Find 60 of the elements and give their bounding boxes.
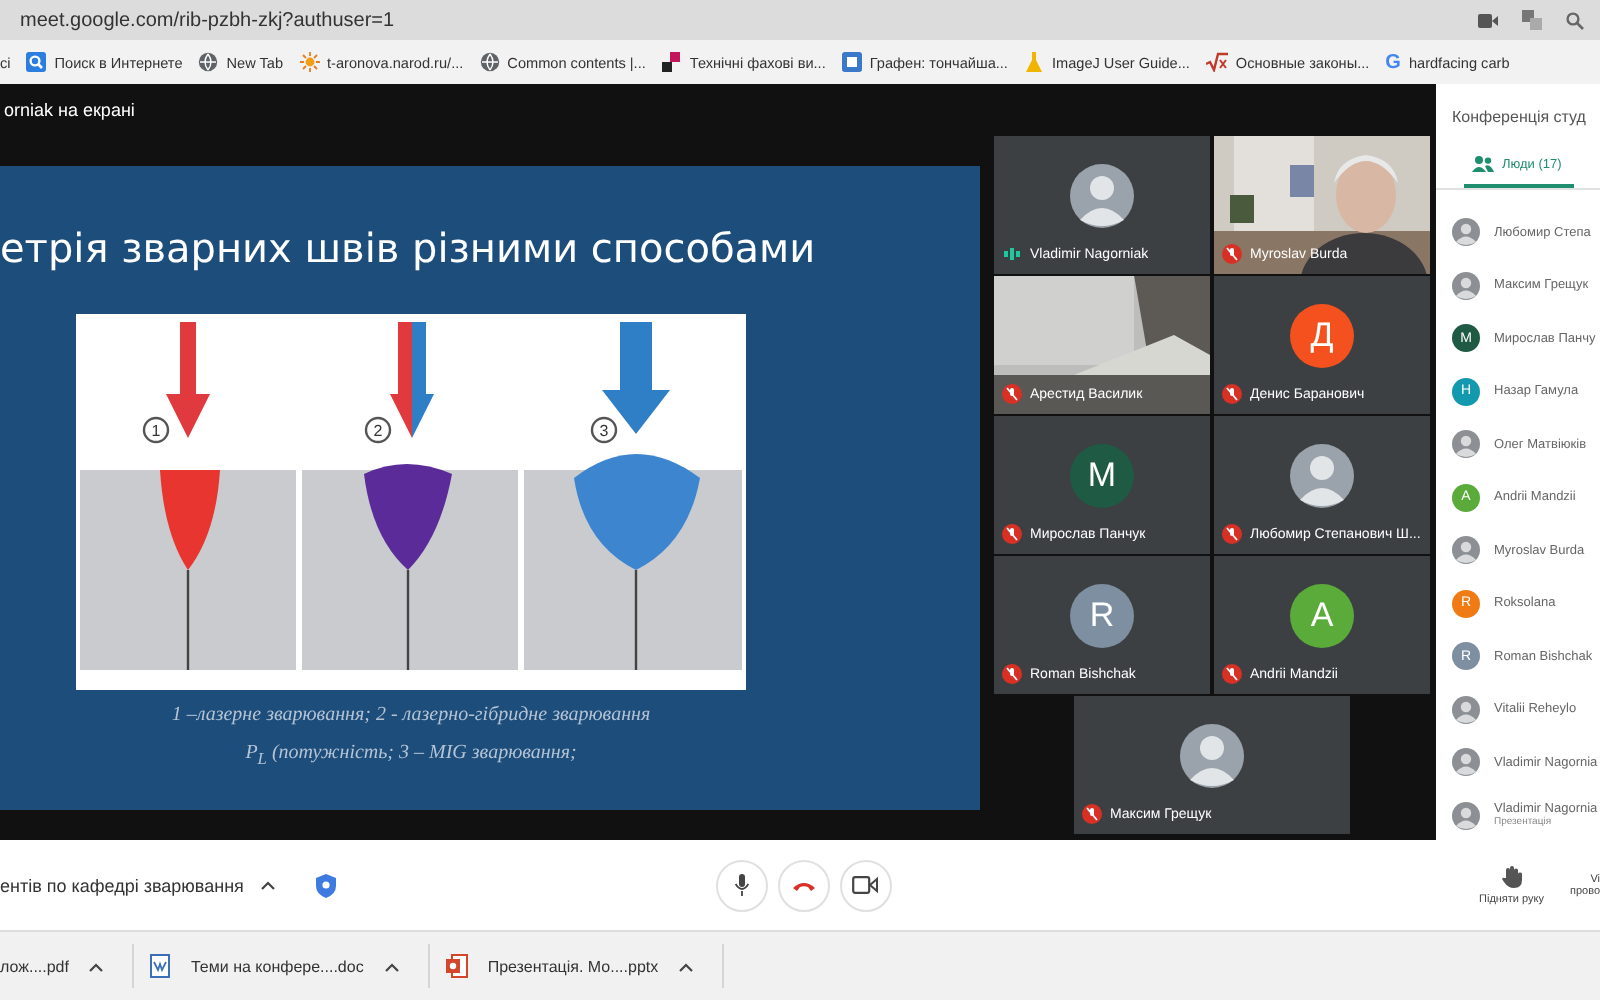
root-icon [1205, 52, 1228, 72]
caret-icon[interactable] [259, 880, 276, 890]
slides-file-icon [445, 954, 468, 978]
camera-button[interactable] [839, 859, 892, 911]
slide-title: етрія зварних швів різними способами [0, 222, 818, 274]
camera-icon[interactable] [1478, 13, 1498, 27]
avatar-letter: M [1070, 443, 1134, 507]
meeting-title: ентів по кафедрі зварювання [0, 875, 244, 895]
weld-shape [364, 464, 452, 570]
search-icon [26, 52, 47, 72]
sun-icon [299, 52, 320, 72]
logo-letter: G [1385, 51, 1401, 73]
avatar-icon [1452, 695, 1480, 724]
caret-icon[interactable] [88, 961, 105, 971]
document-icon [150, 954, 171, 978]
zoom-icon[interactable] [1566, 11, 1584, 29]
caret-icon[interactable] [678, 961, 695, 971]
down-arrow [166, 322, 210, 438]
download-file-name[interactable]: лож....pdf [0, 957, 69, 975]
avatar-icon [1452, 801, 1480, 830]
frame-icon [841, 52, 862, 72]
step-number: 2 [364, 416, 392, 444]
panel-title: Конференція студ [1450, 106, 1588, 126]
hand-icon [1501, 865, 1522, 887]
avatar-icon [1452, 748, 1480, 777]
presenting-label: orniak на екрані [4, 100, 135, 120]
avatar-icon [1070, 163, 1134, 227]
hang-up-button[interactable] [777, 859, 830, 911]
avatar-icon [1452, 218, 1480, 247]
avatar-icon [1452, 430, 1480, 459]
microphone-icon [733, 874, 750, 896]
shield-icon[interactable] [315, 873, 336, 897]
caret-icon[interactable] [383, 961, 400, 971]
weld-shape [574, 454, 700, 570]
weld-shape [160, 470, 220, 570]
phone-icon [791, 879, 816, 891]
step-number: 1 [142, 416, 170, 444]
slide-caption: 1 –лазерне зварювання; 2 - лазерно-гібридне зварювання [169, 702, 653, 728]
globe-icon [479, 52, 500, 72]
flask-icon [1023, 52, 1044, 72]
people-icon [1472, 156, 1494, 172]
avatar-icon [1452, 271, 1480, 300]
download-file-name[interactable]: Презентація. Мо....pptx [487, 957, 659, 975]
down-arrow [390, 322, 434, 438]
avatar-icon [1452, 536, 1480, 565]
camera-icon [852, 876, 879, 894]
avatar-icon [1290, 443, 1354, 507]
translate-icon[interactable] [1522, 10, 1542, 30]
avatar-letter: A [1290, 583, 1354, 647]
avatar-letter: Д [1290, 303, 1354, 367]
avatar-letter: R [1070, 583, 1134, 647]
step-number: 3 [590, 416, 618, 444]
down-arrow [602, 322, 670, 434]
microphone-button[interactable] [715, 859, 768, 911]
slide-caption: P$_{L}$ (потужність; 3 – MIG зварювання; [243, 740, 579, 772]
tiles-icon [661, 52, 682, 72]
download-file-name[interactable]: Теми на конфере....doc [190, 957, 364, 975]
address-field[interactable]: meet.google.com/rib-pzbh-zkj?authuser=1 [20, 9, 395, 31]
globe-icon [198, 52, 219, 72]
avatar-icon [1180, 723, 1244, 787]
